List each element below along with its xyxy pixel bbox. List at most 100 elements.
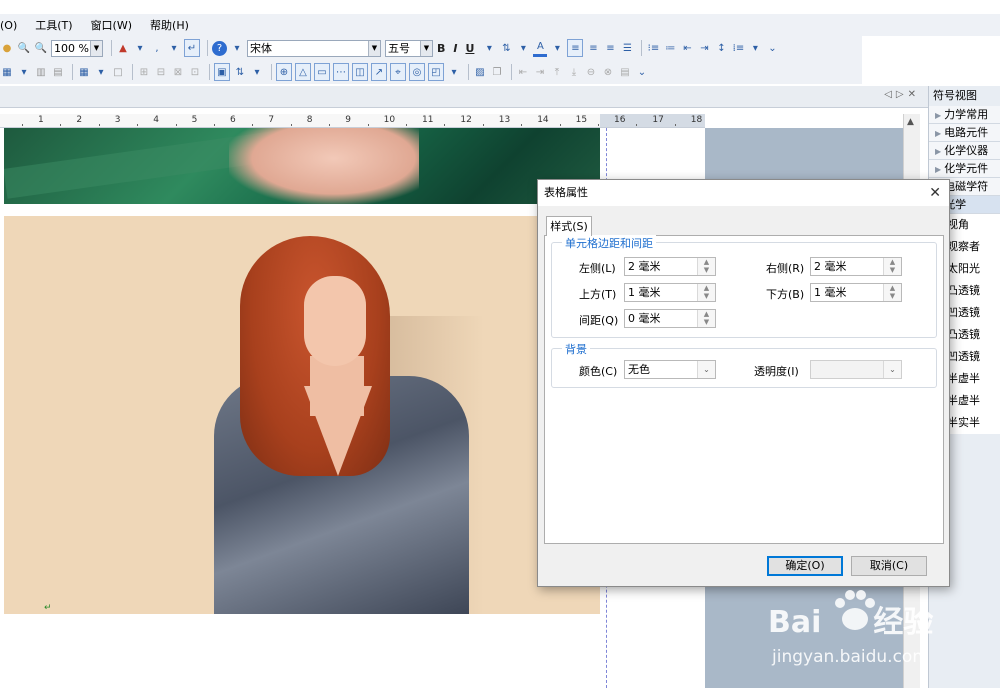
dropdown-arrow-icon[interactable]: ▾ <box>748 39 762 57</box>
top-margin-spinner[interactable]: 1 毫米 ▲ ▼ <box>624 283 716 302</box>
decrease-indent-icon[interactable]: ⇤ <box>680 39 694 57</box>
menu-item-tools[interactable]: 工具(T) <box>35 17 72 33</box>
right-margin-spinner[interactable]: 2 毫米 ▲ ▼ <box>810 257 902 276</box>
numbered-list-icon[interactable]: ≔ <box>663 39 677 57</box>
shape-icon[interactable]: ● <box>0 39 14 57</box>
insert-column-icon[interactable]: ⊠ <box>171 63 185 81</box>
align-left-icon[interactable]: ≡ <box>567 39 584 57</box>
spinner-arrows-icon[interactable]: ▲ ▼ <box>697 258 715 275</box>
underline-button[interactable]: U <box>465 42 474 55</box>
image-properties-icon[interactable]: ▨ <box>473 63 487 81</box>
scroll-up-icon[interactable]: ▲ <box>907 117 914 127</box>
paragraph-icon[interactable]: ⁞≡ <box>731 39 745 57</box>
help-icon[interactable]: ? <box>212 40 227 56</box>
align-center-icon[interactable]: ≡ <box>586 39 600 57</box>
insert-bookmark-icon[interactable]: ⌖ <box>390 63 406 81</box>
sort-icon[interactable]: ⇅ <box>233 63 247 81</box>
table-border-icon[interactable]: □ <box>111 63 125 81</box>
symbol-category[interactable]: ▶ 化学元件 <box>929 160 1000 178</box>
dialog-titlebar[interactable]: 表格属性 ✕ <box>538 180 949 206</box>
dropdown-arrow-icon[interactable]: ▾ <box>550 39 564 57</box>
menu-item-o[interactable]: (O) <box>0 19 17 32</box>
table-properties-icon[interactable]: ▣ <box>214 63 230 81</box>
bold-button[interactable]: B <box>437 42 445 55</box>
spinner-arrows-icon[interactable]: ▲ ▼ <box>697 284 715 301</box>
close-icon[interactable]: ✕ <box>929 180 941 206</box>
opacity-select[interactable]: ⌄ <box>810 360 902 379</box>
dropdown-arrow-icon[interactable]: ▾ <box>482 39 496 57</box>
copy-format-icon[interactable]: ❐ <box>490 63 504 81</box>
increase-indent-icon[interactable]: ⇥ <box>697 39 711 57</box>
insert-formula-icon[interactable]: ⊕ <box>276 63 292 81</box>
insert-field-icon[interactable]: ⋯ <box>333 63 349 81</box>
tab-nav-arrows-icon[interactable]: ◁▷✕ <box>884 89 920 100</box>
delete-column-icon[interactable]: ⊡ <box>188 63 202 81</box>
dropdown-arrow-icon[interactable]: ▾ <box>17 63 31 81</box>
document-image-woman-portrait[interactable] <box>4 216 600 614</box>
insert-picture-icon[interactable]: ▲ <box>116 39 130 57</box>
font-size-select[interactable]: 五号 ▼ <box>385 39 433 57</box>
table-row-icon[interactable]: ▤ <box>51 63 65 81</box>
bottom-margin-value: 1 毫米 <box>814 286 847 299</box>
bullet-list-icon[interactable]: ⁝≡ <box>646 39 660 57</box>
italic-button[interactable]: I <box>453 42 457 55</box>
table-icon[interactable]: ▦ <box>0 63 14 81</box>
line-spacing-icon[interactable]: ↕ <box>714 39 728 57</box>
insert-link-icon[interactable]: ↗ <box>371 63 387 81</box>
insert-object-icon[interactable]: ◰ <box>428 63 444 81</box>
dropdown-arrow-icon[interactable]: ▾ <box>230 39 244 57</box>
insert-row-above-icon[interactable]: ⤒ <box>550 63 564 81</box>
tab-style[interactable]: 样式(S) <box>546 216 592 236</box>
comma-icon[interactable]: , <box>150 39 164 57</box>
horizontal-ruler[interactable]: 1 2 3 4 5 6 7 8 9 10 11 12 13 14 15 16 17 18 <box>0 114 705 128</box>
cancel-button[interactable]: 取消(C) <box>851 556 927 576</box>
ok-button[interactable]: 确定(O) <box>767 556 843 576</box>
superscript-icon[interactable]: ⇅ <box>499 39 513 57</box>
symbol-category[interactable]: ▶ 电路元件 <box>929 124 1000 142</box>
insert-chart-icon[interactable]: ◫ <box>352 63 368 81</box>
overflow-icon[interactable]: ⌄ <box>635 63 649 81</box>
spacing-spinner[interactable]: 0 毫米 ▲ ▼ <box>624 309 716 328</box>
color-select[interactable]: 无色 ⌄ <box>624 360 716 379</box>
document-image-leaves-hand[interactable] <box>4 128 600 204</box>
justify-icon[interactable]: ☰ <box>620 39 634 57</box>
dropdown-arrow-icon[interactable]: ▾ <box>250 63 264 81</box>
insert-col-right-icon[interactable]: ⇥ <box>533 63 547 81</box>
table-column-icon[interactable]: ▥ <box>34 63 48 81</box>
insert-col-left-icon[interactable]: ⇤ <box>516 63 530 81</box>
spinner-arrows-icon[interactable]: ▲ ▼ <box>883 284 901 301</box>
menu-item-help[interactable]: 帮助(H) <box>150 17 189 33</box>
left-margin-spinner[interactable]: 2 毫米 ▲ ▼ <box>624 257 716 276</box>
font-size-value: 五号 <box>388 42 410 55</box>
zoom-in-icon[interactable]: 🔍 <box>17 39 31 57</box>
insert-textbox-icon[interactable]: ▭ <box>314 63 330 81</box>
delete-table-icon[interactable]: ⊗ <box>601 63 615 81</box>
insert-shape-icon[interactable]: △ <box>295 63 311 81</box>
overflow-icon[interactable]: ⌄ <box>765 39 779 57</box>
dropdown-arrow-icon[interactable]: ▾ <box>516 39 530 57</box>
delete-row-icon[interactable]: ⊖ <box>584 63 598 81</box>
insert-row-below-icon[interactable]: ⤓ <box>567 63 581 81</box>
toolbar-empty-area <box>862 36 1000 84</box>
table-settings-icon[interactable]: ▤ <box>618 63 632 81</box>
align-right-icon[interactable]: ≡ <box>603 39 617 57</box>
dropdown-arrow-icon[interactable]: ▾ <box>167 39 181 57</box>
dropdown-arrow-icon[interactable]: ▾ <box>133 39 147 57</box>
symbol-category[interactable]: ▶ 力学常用 <box>929 106 1000 124</box>
font-color-icon[interactable]: A <box>533 39 548 57</box>
spinner-arrows-icon[interactable]: ▲ ▼ <box>697 310 715 327</box>
menu-item-window[interactable]: 窗口(W) <box>91 17 132 33</box>
zoom-out-icon[interactable]: 🔍 <box>34 39 48 57</box>
font-name-select[interactable]: 宋体 ▼ <box>247 39 381 57</box>
spinner-arrows-icon[interactable]: ▲ ▼ <box>883 258 901 275</box>
insert-symbol-icon[interactable]: ↵ <box>184 39 200 57</box>
insert-table-icon[interactable]: ▦ <box>77 63 91 81</box>
dropdown-arrow-icon[interactable]: ▾ <box>94 63 108 81</box>
dropdown-arrow-icon[interactable]: ▾ <box>447 63 461 81</box>
zoom-select[interactable]: 100 % ▼ <box>51 39 103 57</box>
bottom-margin-spinner[interactable]: 1 毫米 ▲ ▼ <box>810 283 902 302</box>
symbol-category[interactable]: ▶ 化学仪器 <box>929 142 1000 160</box>
merge-cells-icon[interactable]: ⊞ <box>137 63 151 81</box>
insert-image-icon[interactable]: ◎ <box>409 63 425 81</box>
split-cells-icon[interactable]: ⊟ <box>154 63 168 81</box>
